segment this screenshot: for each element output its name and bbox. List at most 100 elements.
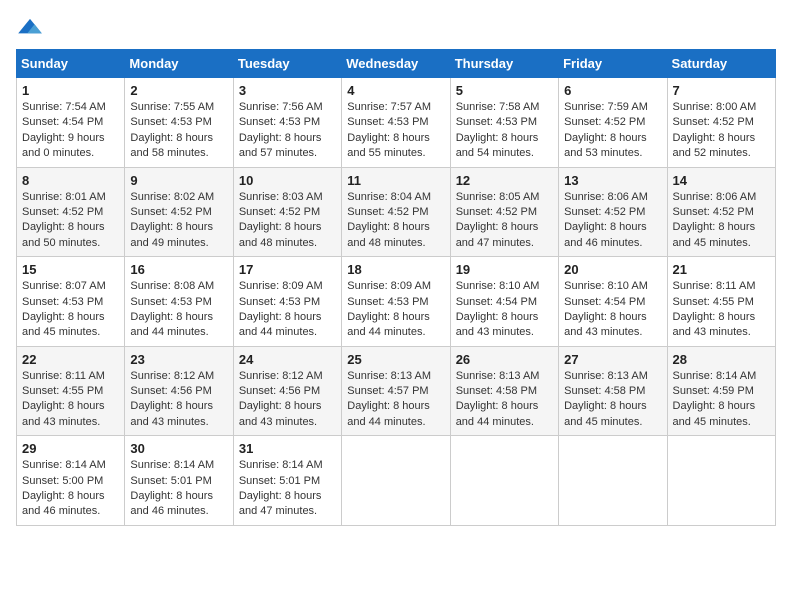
logo (16, 16, 48, 37)
sunset-label: Sunset: 4:52 PM (22, 206, 103, 218)
sunset-label: Sunset: 4:54 PM (564, 296, 645, 308)
day-info: Sunrise: 8:06 AM Sunset: 4:52 PM Dayligh… (673, 190, 770, 252)
day-number: 4 (347, 83, 444, 98)
day-info: Sunrise: 8:10 AM Sunset: 4:54 PM Dayligh… (564, 279, 661, 341)
day-number: 30 (130, 441, 227, 456)
calendar-cell: 30 Sunrise: 8:14 AM Sunset: 5:01 PM Dayl… (125, 436, 233, 526)
daylight-label: Daylight: 8 hours and 48 minutes. (347, 221, 430, 248)
daylight-label: Daylight: 8 hours and 45 minutes. (673, 400, 756, 427)
day-info: Sunrise: 8:11 AM Sunset: 4:55 PM Dayligh… (22, 369, 119, 431)
day-number: 24 (239, 352, 336, 367)
sunset-label: Sunset: 4:55 PM (673, 296, 754, 308)
sunrise-label: Sunrise: 8:03 AM (239, 191, 323, 203)
day-number: 26 (456, 352, 553, 367)
day-info: Sunrise: 7:55 AM Sunset: 4:53 PM Dayligh… (130, 100, 227, 162)
day-info: Sunrise: 8:12 AM Sunset: 4:56 PM Dayligh… (130, 369, 227, 431)
daylight-label: Daylight: 8 hours and 43 minutes. (456, 311, 539, 338)
sunset-label: Sunset: 4:53 PM (239, 296, 320, 308)
day-number: 5 (456, 83, 553, 98)
calendar-cell: 12 Sunrise: 8:05 AM Sunset: 4:52 PM Dayl… (450, 167, 558, 257)
calendar-cell: 15 Sunrise: 8:07 AM Sunset: 4:53 PM Dayl… (17, 257, 125, 347)
calendar-cell (450, 436, 558, 526)
calendar-cell: 6 Sunrise: 7:59 AM Sunset: 4:52 PM Dayli… (559, 78, 667, 168)
calendar-cell (342, 436, 450, 526)
sunrise-label: Sunrise: 7:57 AM (347, 101, 431, 113)
day-info: Sunrise: 8:13 AM Sunset: 4:58 PM Dayligh… (564, 369, 661, 431)
sunrise-label: Sunrise: 8:01 AM (22, 191, 106, 203)
sunrise-label: Sunrise: 8:14 AM (22, 459, 106, 471)
daylight-label: Daylight: 9 hours and 0 minutes. (22, 132, 105, 159)
day-info: Sunrise: 8:06 AM Sunset: 4:52 PM Dayligh… (564, 190, 661, 252)
sunset-label: Sunset: 5:01 PM (239, 475, 320, 487)
calendar-cell: 26 Sunrise: 8:13 AM Sunset: 4:58 PM Dayl… (450, 346, 558, 436)
calendar-cell: 2 Sunrise: 7:55 AM Sunset: 4:53 PM Dayli… (125, 78, 233, 168)
day-number: 27 (564, 352, 661, 367)
calendar-cell (559, 436, 667, 526)
day-info: Sunrise: 8:02 AM Sunset: 4:52 PM Dayligh… (130, 190, 227, 252)
calendar-cell: 5 Sunrise: 7:58 AM Sunset: 4:53 PM Dayli… (450, 78, 558, 168)
header-friday: Friday (559, 50, 667, 78)
calendar-cell: 28 Sunrise: 8:14 AM Sunset: 4:59 PM Dayl… (667, 346, 775, 436)
daylight-label: Daylight: 8 hours and 52 minutes. (673, 132, 756, 159)
daylight-label: Daylight: 8 hours and 43 minutes. (130, 400, 213, 427)
day-number: 18 (347, 262, 444, 277)
day-number: 8 (22, 173, 119, 188)
sunset-label: Sunset: 4:52 PM (673, 116, 754, 128)
day-number: 19 (456, 262, 553, 277)
sunset-label: Sunset: 4:58 PM (456, 385, 537, 397)
calendar-cell: 24 Sunrise: 8:12 AM Sunset: 4:56 PM Dayl… (233, 346, 341, 436)
sunrise-label: Sunrise: 8:06 AM (673, 191, 757, 203)
day-number: 29 (22, 441, 119, 456)
daylight-label: Daylight: 8 hours and 57 minutes. (239, 132, 322, 159)
day-info: Sunrise: 8:14 AM Sunset: 5:01 PM Dayligh… (239, 458, 336, 520)
daylight-label: Daylight: 8 hours and 44 minutes. (239, 311, 322, 338)
daylight-label: Daylight: 8 hours and 45 minutes. (564, 400, 647, 427)
daylight-label: Daylight: 8 hours and 43 minutes. (22, 400, 105, 427)
sunrise-label: Sunrise: 8:09 AM (347, 280, 431, 292)
sunrise-label: Sunrise: 8:14 AM (130, 459, 214, 471)
sunrise-label: Sunrise: 8:11 AM (22, 370, 105, 382)
day-number: 25 (347, 352, 444, 367)
day-number: 12 (456, 173, 553, 188)
week-row-3: 15 Sunrise: 8:07 AM Sunset: 4:53 PM Dayl… (17, 257, 776, 347)
sunset-label: Sunset: 4:52 PM (673, 206, 754, 218)
sunset-label: Sunset: 4:52 PM (564, 206, 645, 218)
sunrise-label: Sunrise: 7:56 AM (239, 101, 323, 113)
day-info: Sunrise: 8:07 AM Sunset: 4:53 PM Dayligh… (22, 279, 119, 341)
day-info: Sunrise: 7:59 AM Sunset: 4:52 PM Dayligh… (564, 100, 661, 162)
daylight-label: Daylight: 8 hours and 48 minutes. (239, 221, 322, 248)
day-number: 15 (22, 262, 119, 277)
day-number: 14 (673, 173, 770, 188)
calendar-cell: 7 Sunrise: 8:00 AM Sunset: 4:52 PM Dayli… (667, 78, 775, 168)
calendar-cell: 25 Sunrise: 8:13 AM Sunset: 4:57 PM Dayl… (342, 346, 450, 436)
sunset-label: Sunset: 4:52 PM (564, 116, 645, 128)
sunset-label: Sunset: 4:52 PM (239, 206, 320, 218)
sunset-label: Sunset: 4:53 PM (347, 296, 428, 308)
calendar-cell: 9 Sunrise: 8:02 AM Sunset: 4:52 PM Dayli… (125, 167, 233, 257)
sunrise-label: Sunrise: 8:12 AM (130, 370, 214, 382)
daylight-label: Daylight: 8 hours and 58 minutes. (130, 132, 213, 159)
sunset-label: Sunset: 4:58 PM (564, 385, 645, 397)
day-number: 1 (22, 83, 119, 98)
sunset-label: Sunset: 4:52 PM (347, 206, 428, 218)
calendar-cell: 16 Sunrise: 8:08 AM Sunset: 4:53 PM Dayl… (125, 257, 233, 347)
calendar-cell: 3 Sunrise: 7:56 AM Sunset: 4:53 PM Dayli… (233, 78, 341, 168)
calendar-cell (667, 436, 775, 526)
sunrise-label: Sunrise: 8:02 AM (130, 191, 214, 203)
daylight-label: Daylight: 8 hours and 45 minutes. (673, 221, 756, 248)
sunrise-label: Sunrise: 8:13 AM (456, 370, 540, 382)
day-number: 9 (130, 173, 227, 188)
calendar-cell: 13 Sunrise: 8:06 AM Sunset: 4:52 PM Dayl… (559, 167, 667, 257)
day-number: 2 (130, 83, 227, 98)
daylight-label: Daylight: 8 hours and 46 minutes. (130, 490, 213, 517)
day-info: Sunrise: 8:01 AM Sunset: 4:52 PM Dayligh… (22, 190, 119, 252)
daylight-label: Daylight: 8 hours and 44 minutes. (130, 311, 213, 338)
week-row-2: 8 Sunrise: 8:01 AM Sunset: 4:52 PM Dayli… (17, 167, 776, 257)
sunset-label: Sunset: 4:54 PM (22, 116, 103, 128)
daylight-label: Daylight: 8 hours and 44 minutes. (456, 400, 539, 427)
sunrise-label: Sunrise: 8:10 AM (564, 280, 648, 292)
day-info: Sunrise: 8:09 AM Sunset: 4:53 PM Dayligh… (239, 279, 336, 341)
calendar-header-row: SundayMondayTuesdayWednesdayThursdayFrid… (17, 50, 776, 78)
calendar-table: SundayMondayTuesdayWednesdayThursdayFrid… (16, 49, 776, 526)
sunrise-label: Sunrise: 8:08 AM (130, 280, 214, 292)
